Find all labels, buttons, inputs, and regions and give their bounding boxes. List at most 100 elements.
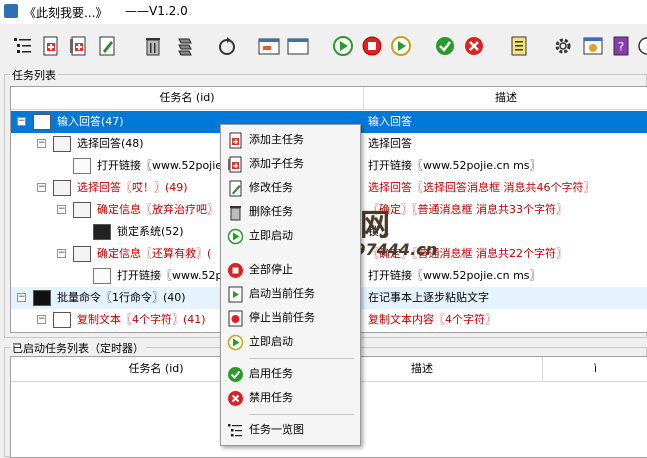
choose-answer-icon bbox=[53, 180, 71, 196]
task-name: 锁定系统(52) bbox=[117, 225, 184, 238]
collapse-toggle[interactable]: − bbox=[17, 293, 26, 302]
menu-item-label: 全部停止 bbox=[249, 263, 293, 276]
task-desc: 打开链接〖www.52pojie.cn ms〗 bbox=[368, 269, 541, 282]
task-name: 确定信息〖放弃治疗吧〗 bbox=[97, 203, 218, 216]
lock-system-icon bbox=[93, 224, 111, 240]
context-menu: 添加主任务 添加子任务 修改任务 删除任务 立即启动 全部停止 启动当前任务 停… bbox=[220, 124, 361, 446]
menu-item-disable-task[interactable]: 禁用任务 bbox=[223, 387, 356, 409]
menu-item-stop-current[interactable]: 停止当前任务 bbox=[223, 307, 356, 329]
collapse-toggle[interactable]: − bbox=[57, 205, 66, 214]
edit-task-icon bbox=[227, 180, 244, 197]
window-icon[interactable] bbox=[258, 35, 280, 57]
open-link-icon bbox=[93, 268, 111, 284]
menu-item-label: 立即启动 bbox=[249, 335, 293, 348]
input-answer-icon bbox=[33, 114, 51, 130]
stop-icon[interactable] bbox=[361, 35, 383, 57]
window-version: ——V1.2.0 bbox=[125, 4, 188, 18]
collapse-toggle[interactable]: − bbox=[37, 315, 46, 324]
choose-answer-icon bbox=[53, 136, 71, 152]
confirm-info-icon bbox=[73, 202, 91, 218]
image-icon[interactable] bbox=[582, 35, 604, 57]
menu-item-label: 禁用任务 bbox=[249, 391, 293, 404]
open-link-icon bbox=[73, 158, 91, 174]
started-list-group-label: 已启动任务列表（定时器） bbox=[10, 340, 146, 356]
toolbar: ? bbox=[0, 28, 647, 64]
menu-item-overview[interactable]: 任务一览图 bbox=[223, 419, 356, 441]
menu-separator bbox=[249, 414, 354, 415]
copy-text-icon bbox=[53, 312, 71, 328]
enable-icon bbox=[227, 366, 244, 383]
task-name: 选择回答(48) bbox=[77, 137, 144, 150]
task-name: 复制文本〖4个字符〗(41) bbox=[77, 313, 206, 326]
refresh-icon[interactable] bbox=[216, 35, 238, 57]
menu-item-edit-task[interactable]: 修改任务 bbox=[223, 177, 356, 199]
menu-item-add-main-task[interactable]: 添加主任务 bbox=[223, 129, 356, 151]
menu-item-enable-task[interactable]: 启用任务 bbox=[223, 363, 356, 385]
task-desc: 输入回答 bbox=[368, 115, 412, 128]
clear-icon[interactable] bbox=[174, 35, 196, 57]
menu-item-label: 添加主任务 bbox=[249, 133, 304, 146]
app-icon bbox=[4, 4, 18, 18]
menu-item-label: 立即启动 bbox=[249, 229, 293, 242]
confirm-info-icon bbox=[73, 246, 91, 262]
collapse-toggle[interactable]: − bbox=[57, 249, 66, 258]
menu-item-start-now[interactable]: 立即启动 bbox=[223, 225, 356, 247]
overview-icon bbox=[227, 422, 244, 439]
edit-task-icon[interactable] bbox=[96, 35, 118, 57]
delete-icon bbox=[227, 204, 244, 221]
started-column-extra[interactable]: ì bbox=[543, 357, 647, 382]
collapse-toggle[interactable]: − bbox=[37, 139, 46, 148]
notes-icon[interactable] bbox=[508, 35, 530, 57]
menu-separator bbox=[249, 358, 354, 359]
menu-item-label: 任务一览图 bbox=[249, 423, 304, 436]
collapse-toggle[interactable]: − bbox=[17, 117, 26, 126]
help-icon[interactable]: ? bbox=[610, 35, 632, 57]
menu-item-label: 启用任务 bbox=[249, 367, 293, 380]
menu-item-start-current[interactable]: 启动当前任务 bbox=[223, 283, 356, 305]
play-once-icon[interactable] bbox=[390, 35, 412, 57]
task-name: 批量命令〖1行命令〗(40) bbox=[57, 291, 186, 304]
task-name: 确定信息〖还算有救〗( bbox=[97, 247, 212, 260]
batch-command-icon bbox=[33, 290, 51, 306]
menu-item-label: 修改任务 bbox=[249, 181, 293, 194]
task-list-group-label: 任务列表 bbox=[10, 67, 58, 83]
disable-icon[interactable] bbox=[463, 35, 485, 57]
start-current-icon bbox=[227, 286, 244, 303]
add-sub-task-icon[interactable] bbox=[68, 35, 90, 57]
window-title: 《此刻我要...》 bbox=[24, 6, 108, 20]
column-header-name[interactable]: 任务名 (id) bbox=[11, 87, 364, 110]
play-icon bbox=[227, 228, 244, 245]
menu-item-label: 添加子任务 bbox=[249, 157, 304, 170]
task-name: 输入回答(47) bbox=[57, 115, 124, 128]
stop-current-icon bbox=[227, 310, 244, 327]
column-header-desc[interactable]: 描述 bbox=[364, 87, 647, 110]
task-list-icon[interactable] bbox=[12, 35, 34, 57]
play-once-icon bbox=[227, 334, 244, 351]
collapse-toggle[interactable]: − bbox=[37, 183, 46, 192]
menu-item-start-immediately[interactable]: 立即启动 bbox=[223, 331, 356, 353]
play-icon[interactable] bbox=[332, 35, 354, 57]
menu-item-add-sub-task[interactable]: 添加子任务 bbox=[223, 153, 356, 175]
window2-icon[interactable] bbox=[287, 35, 309, 57]
gear-icon[interactable] bbox=[552, 35, 574, 57]
task-name: 打开链接〖www.52po bbox=[117, 269, 230, 282]
add-main-task-icon bbox=[227, 132, 244, 149]
task-desc: 复制文本内容〖4个字符〗 bbox=[368, 313, 496, 326]
enable-icon[interactable] bbox=[434, 35, 456, 57]
add-main-task-icon[interactable] bbox=[40, 35, 62, 57]
delete-icon[interactable] bbox=[142, 35, 164, 57]
task-desc: 在记事本上逐步粘贴文字 bbox=[368, 291, 489, 304]
add-sub-task-icon bbox=[227, 156, 244, 173]
menu-item-delete-task[interactable]: 删除任务 bbox=[223, 201, 356, 223]
task-name: 选择回答〖哎！〗(49) bbox=[77, 181, 188, 194]
menu-item-label: 停止当前任务 bbox=[249, 311, 315, 324]
stop-icon bbox=[227, 262, 244, 279]
task-desc: 选择回答 bbox=[368, 137, 412, 150]
svg-text:?: ? bbox=[618, 40, 624, 54]
title-bar: 《此刻我要...》 ——V1.2.0 bbox=[0, 0, 647, 24]
disable-icon bbox=[227, 390, 244, 407]
chat-icon[interactable] bbox=[636, 35, 647, 57]
menu-item-label: 启动当前任务 bbox=[249, 287, 315, 300]
task-desc: 打开链接〖www.52pojie.cn ms〗 bbox=[368, 159, 541, 172]
menu-item-stop-all[interactable]: 全部停止 bbox=[223, 259, 356, 281]
